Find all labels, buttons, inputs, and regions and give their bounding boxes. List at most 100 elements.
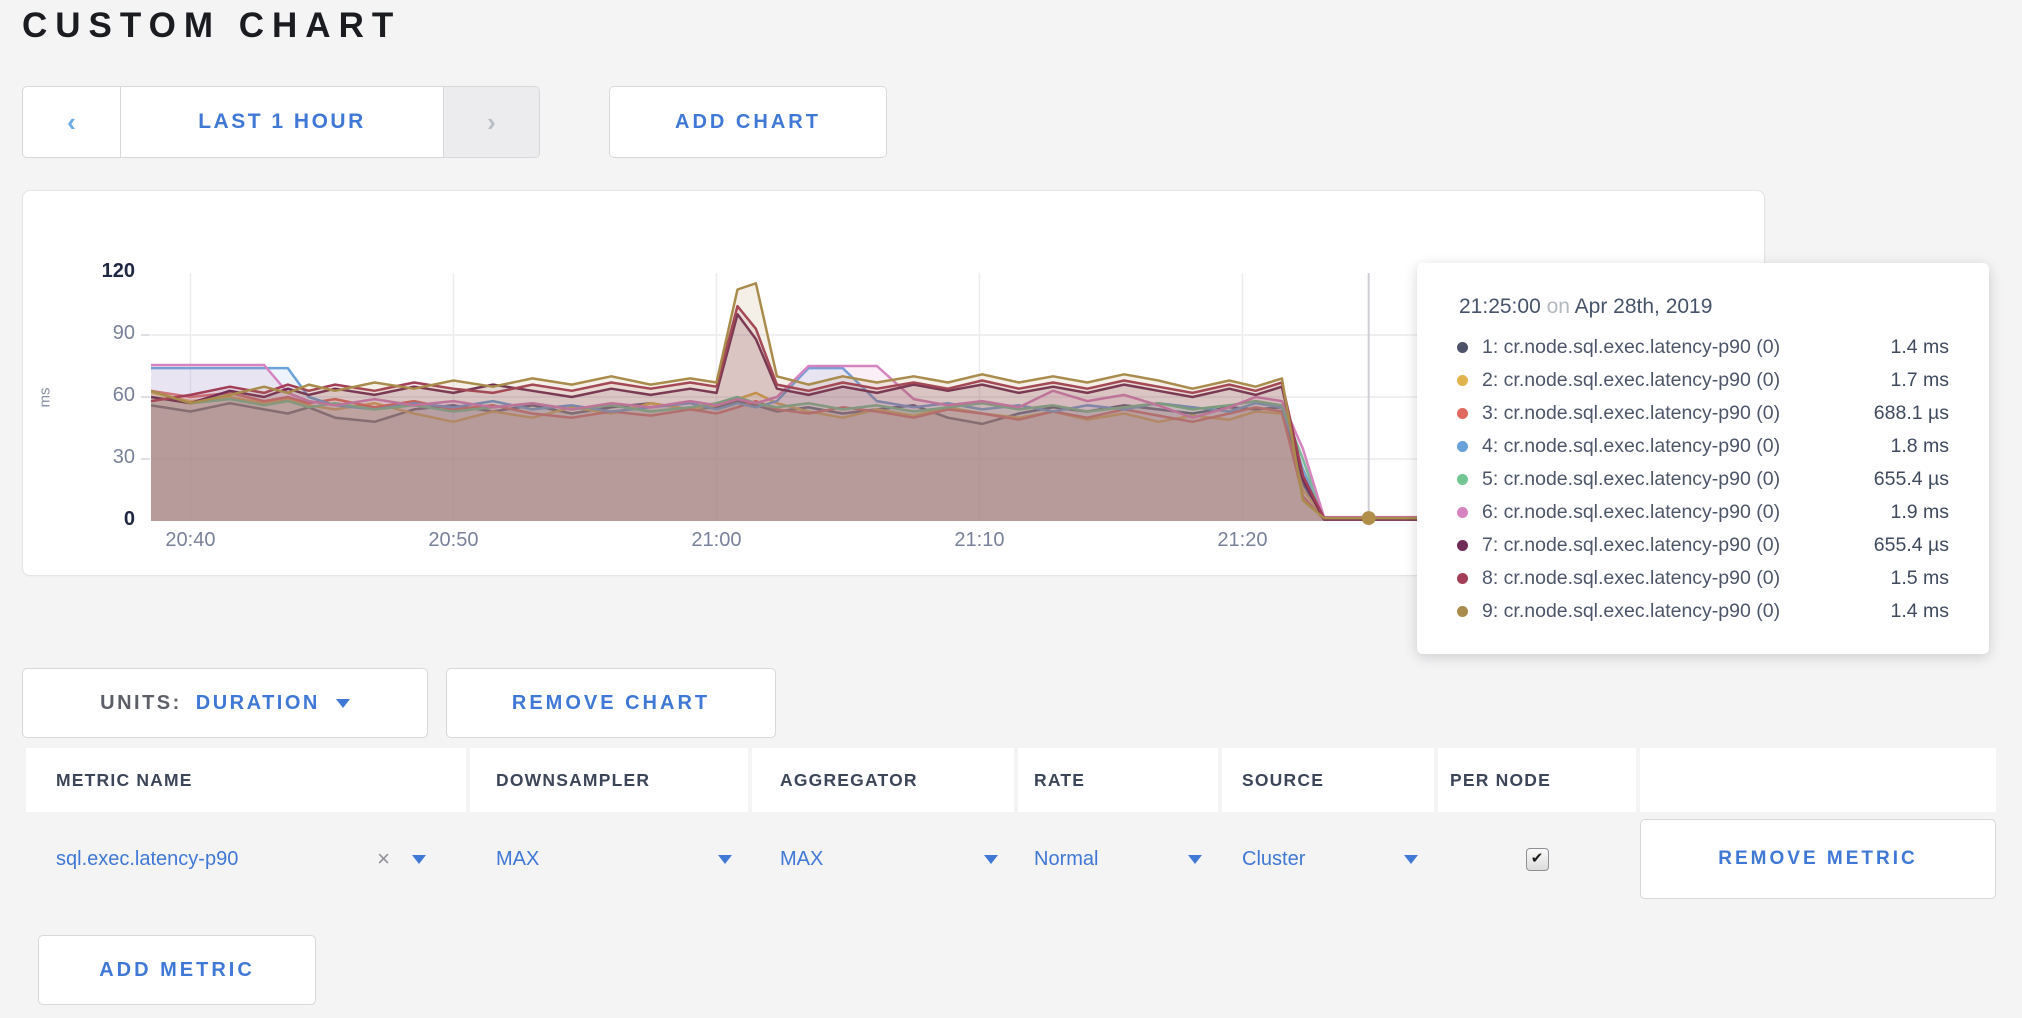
- custom-chart-page: CUSTOM CHART ‹ LAST 1 HOUR › ADD CHART m…: [0, 0, 2022, 1018]
- rate-select[interactable]: Normal: [1018, 818, 1218, 900]
- chevron-left-icon: ‹: [67, 109, 76, 135]
- metric-name-cell: sql.exec.latency-p90 ×: [26, 818, 466, 900]
- y-tick-label: 60: [59, 384, 135, 407]
- header-actions: [1640, 748, 1996, 812]
- metric-name-value[interactable]: sql.exec.latency-p90: [56, 848, 238, 871]
- remove-metric-button[interactable]: REMOVE METRIC: [1640, 819, 1996, 899]
- page-title: CUSTOM CHART: [22, 6, 401, 46]
- tooltip-series-label: 7: cr.node.sql.exec.latency-p90 (0): [1482, 534, 1839, 557]
- y-axis-unit-label: ms: [37, 378, 54, 418]
- tooltip-series-value: 1.7 ms: [1839, 369, 1949, 392]
- series-color-dot-icon: [1457, 540, 1468, 551]
- clear-metric-icon[interactable]: ×: [377, 846, 390, 872]
- downsampler-value: MAX: [496, 848, 539, 871]
- series-color-dot-icon: [1457, 573, 1468, 584]
- tooltip-timestamp: 21:25:00 on Apr 28th, 2019: [1459, 295, 1949, 319]
- per-node-checkbox[interactable]: ✔: [1526, 848, 1549, 871]
- hover-point-marker: [1362, 511, 1376, 525]
- units-label: UNITS:: [100, 692, 182, 715]
- chevron-right-icon: ›: [487, 109, 496, 135]
- y-tick-label: 0: [59, 508, 135, 531]
- tooltip-series-value: 655.4 µs: [1839, 468, 1949, 491]
- header-aggregator: AGGREGATOR: [752, 748, 1014, 812]
- tooltip-series-row: 8: cr.node.sql.exec.latency-p90 (0)1.5 m…: [1447, 562, 1949, 595]
- tooltip-series-row: 5: cr.node.sql.exec.latency-p90 (0)655.4…: [1447, 463, 1949, 496]
- tooltip-series-row: 7: cr.node.sql.exec.latency-p90 (0)655.4…: [1447, 529, 1949, 562]
- y-tick-label: 30: [59, 446, 135, 469]
- tooltip-series-row: 4: cr.node.sql.exec.latency-p90 (0)1.8 m…: [1447, 430, 1949, 463]
- metrics-table-header: METRIC NAME DOWNSAMPLER AGGREGATOR RATE …: [26, 748, 1996, 812]
- header-metric-name: METRIC NAME: [26, 748, 466, 812]
- tooltip-date: Apr 28th, 2019: [1575, 295, 1713, 318]
- x-tick-label: 21:10: [939, 529, 1019, 552]
- x-tick-label: 20:50: [413, 529, 493, 552]
- time-window-selector: ‹ LAST 1 HOUR ›: [22, 86, 540, 158]
- units-value: DURATION: [196, 692, 320, 715]
- header-downsampler: DOWNSAMPLER: [470, 748, 748, 812]
- time-window-next-button[interactable]: ›: [443, 87, 539, 157]
- aggregator-select[interactable]: MAX: [752, 818, 1014, 900]
- y-tick-mark: [141, 334, 150, 336]
- rate-value: Normal: [1034, 848, 1098, 871]
- header-per-node: PER NODE: [1438, 748, 1636, 812]
- series-color-dot-icon: [1457, 441, 1468, 452]
- x-tick-label: 21:00: [676, 529, 756, 552]
- tooltip-series-label: 1: cr.node.sql.exec.latency-p90 (0): [1482, 336, 1839, 359]
- aggregator-value: MAX: [780, 848, 823, 871]
- tooltip-series-row: 9: cr.node.sql.exec.latency-p90 (0)1.4 m…: [1447, 595, 1949, 628]
- chevron-down-icon: [1404, 855, 1418, 864]
- time-window-label[interactable]: LAST 1 HOUR: [121, 87, 443, 157]
- units-dropdown[interactable]: UNITS: DURATION: [22, 668, 428, 738]
- chevron-down-icon: [718, 855, 732, 864]
- source-value: Cluster: [1242, 848, 1305, 871]
- time-window-prev-button[interactable]: ‹: [23, 87, 121, 157]
- series-color-dot-icon: [1457, 375, 1468, 386]
- series-color-dot-icon: [1457, 606, 1468, 617]
- tooltip-series-value: 1.4 ms: [1839, 600, 1949, 623]
- tooltip-series-value: 688.1 µs: [1839, 402, 1949, 425]
- downsampler-select[interactable]: MAX: [470, 818, 748, 900]
- chevron-down-icon: [336, 699, 350, 708]
- tooltip-series-row: 6: cr.node.sql.exec.latency-p90 (0)1.9 m…: [1447, 496, 1949, 529]
- add-metric-button[interactable]: ADD METRIC: [38, 935, 316, 1005]
- chevron-down-icon: [984, 855, 998, 864]
- per-node-cell: ✔: [1438, 818, 1636, 900]
- tooltip-series-label: 8: cr.node.sql.exec.latency-p90 (0): [1482, 567, 1839, 590]
- series-color-dot-icon: [1457, 408, 1468, 419]
- tooltip-series-value: 1.8 ms: [1839, 435, 1949, 458]
- tooltip-series-label: 2: cr.node.sql.exec.latency-p90 (0): [1482, 369, 1839, 392]
- remove-chart-button[interactable]: REMOVE CHART: [446, 668, 776, 738]
- tooltip-series-value: 1.9 ms: [1839, 501, 1949, 524]
- tooltip-series-row: 2: cr.node.sql.exec.latency-p90 (0)1.7 m…: [1447, 364, 1949, 397]
- series-color-dot-icon: [1457, 342, 1468, 353]
- header-source: SOURCE: [1222, 748, 1434, 812]
- series-color-dot-icon: [1457, 507, 1468, 518]
- tooltip-series-value: 1.5 ms: [1839, 567, 1949, 590]
- tooltip-series-label: 4: cr.node.sql.exec.latency-p90 (0): [1482, 435, 1839, 458]
- chevron-down-icon[interactable]: [412, 855, 426, 864]
- chart-hover-tooltip: 21:25:00 on Apr 28th, 2019 1: cr.node.sq…: [1417, 263, 1989, 654]
- y-tick-label: 120: [59, 260, 135, 283]
- tooltip-on-word: on: [1547, 295, 1575, 318]
- tooltip-series-value: 1.4 ms: [1839, 336, 1949, 359]
- tooltip-series-label: 6: cr.node.sql.exec.latency-p90 (0): [1482, 501, 1839, 524]
- y-tick-mark: [141, 396, 150, 398]
- x-tick-label: 20:40: [150, 529, 230, 552]
- metric-row: sql.exec.latency-p90 × MAX MAX Normal Cl…: [26, 818, 1996, 900]
- tooltip-series-label: 9: cr.node.sql.exec.latency-p90 (0): [1482, 600, 1839, 623]
- header-rate: RATE: [1018, 748, 1218, 812]
- tooltip-series-row: 1: cr.node.sql.exec.latency-p90 (0)1.4 m…: [1447, 331, 1949, 364]
- tooltip-series-value: 655.4 µs: [1839, 534, 1949, 557]
- actions-cell: REMOVE METRIC: [1640, 818, 1996, 900]
- x-tick-label: 21:20: [1202, 529, 1282, 552]
- chevron-down-icon: [1188, 855, 1202, 864]
- y-tick-mark: [141, 458, 150, 460]
- tooltip-series-label: 3: cr.node.sql.exec.latency-p90 (0): [1482, 402, 1839, 425]
- series-color-dot-icon: [1457, 474, 1468, 485]
- add-chart-button[interactable]: ADD CHART: [609, 86, 887, 158]
- y-tick-label: 90: [59, 322, 135, 345]
- tooltip-time: 21:25:00: [1459, 295, 1541, 318]
- source-select[interactable]: Cluster: [1222, 818, 1434, 900]
- tooltip-series-row: 3: cr.node.sql.exec.latency-p90 (0)688.1…: [1447, 397, 1949, 430]
- tooltip-series-label: 5: cr.node.sql.exec.latency-p90 (0): [1482, 468, 1839, 491]
